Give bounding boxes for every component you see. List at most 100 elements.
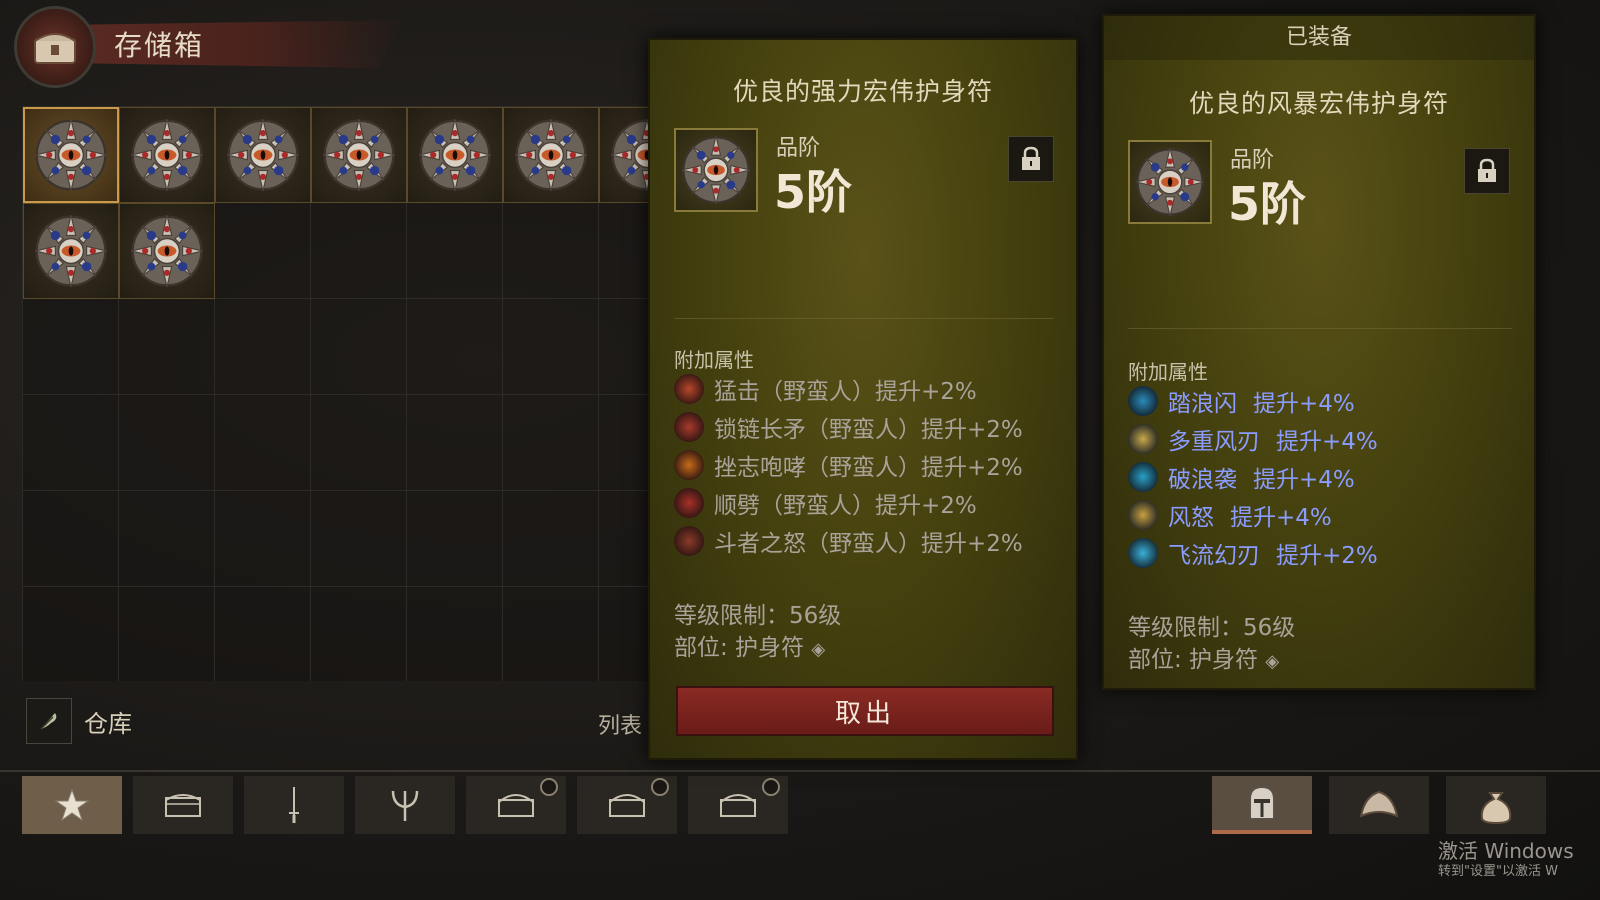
amulet-slot-icon: ◈ <box>811 639 826 660</box>
tab-chest[interactable] <box>133 776 233 834</box>
feather-icon <box>40 713 57 730</box>
storage-slot[interactable] <box>503 395 599 491</box>
tab-weapons[interactable] <box>244 776 344 834</box>
storage-slot[interactable] <box>311 587 407 681</box>
affix-row: 踏浪闪 提升+4% <box>1128 384 1355 418</box>
flowing-illusion-blade-skill-icon <box>1128 538 1158 568</box>
watermark-line2: 转到"设置"以激活 W <box>1438 864 1558 879</box>
storage-slot[interactable] <box>23 587 119 681</box>
lock-button[interactable] <box>1464 148 1510 194</box>
storage-slot[interactable] <box>23 395 119 491</box>
storage-slot[interactable] <box>215 395 311 491</box>
tab-trident[interactable] <box>355 776 455 834</box>
storage-chest-icon <box>14 6 96 88</box>
warehouse-button[interactable] <box>26 698 72 744</box>
affix-row: 斗者之怒（野蛮人）提升+2% <box>674 524 1023 558</box>
affix-row: 飞流幻刃 提升+2% <box>1128 536 1378 570</box>
slot-line: 部位: 护身符 ◈ <box>1128 640 1279 674</box>
storage-slot[interactable] <box>407 107 503 203</box>
storage-slot[interactable] <box>23 107 119 203</box>
storage-slot[interactable] <box>407 203 503 299</box>
storage-slot[interactable] <box>311 107 407 203</box>
storage-slot[interactable] <box>503 491 599 587</box>
storage-slot[interactable] <box>215 587 311 681</box>
storage-slot[interactable] <box>407 587 503 681</box>
storage-slot[interactable] <box>215 107 311 203</box>
affix-bonus: 提升+4% <box>1230 505 1332 531</box>
affix-row: 猛击（野蛮人）提升+2% <box>674 372 977 406</box>
tab-locked-chest-3[interactable] <box>688 776 788 834</box>
tab-locked-chest-2[interactable] <box>577 776 677 834</box>
affix-row: 风怒 提升+4% <box>1128 498 1332 532</box>
storage-slot[interactable] <box>23 299 119 395</box>
storage-slot[interactable] <box>599 491 648 587</box>
tab-locked-chest-1[interactable] <box>466 776 566 834</box>
storage-slot[interactable] <box>311 395 407 491</box>
shoulder-armor-icon <box>1359 790 1399 818</box>
equipped-item-icon-frame <box>1128 140 1212 224</box>
storage-slot[interactable] <box>503 203 599 299</box>
affix-row: 锁链长矛（野蛮人）提升+2% <box>674 410 1023 444</box>
storage-slot[interactable] <box>599 203 648 299</box>
level-requirement: 等级限制：56级 <box>1128 615 1296 641</box>
item-tooltip-equipped: 已装备 优良的风暴宏伟护身符 品阶 5阶 附加属性 踏浪闪 提升+4% 多重风刃 提升… <box>1102 14 1536 690</box>
sword-icon <box>289 787 299 823</box>
storage-slot[interactable] <box>311 299 407 395</box>
affix-bonus: 提升+4% <box>1276 429 1378 455</box>
locked-chest-icon <box>609 794 645 817</box>
bash-skill-icon <box>674 374 704 404</box>
warehouse-label: 仓库 <box>84 709 132 738</box>
amulet-icon <box>417 117 493 193</box>
storage-slot[interactable] <box>407 395 503 491</box>
tab-bag[interactable] <box>1446 776 1546 834</box>
storage-slot[interactable] <box>311 203 407 299</box>
storage-slot[interactable] <box>215 491 311 587</box>
item-tooltip-selected: 优良的强力宏伟护身符 品阶 5阶 附加属性 猛击（野蛮人）提升+2% 锁链长矛（野… <box>648 38 1078 760</box>
storage-slot[interactable] <box>599 587 648 681</box>
storage-slot[interactable] <box>503 587 599 681</box>
storage-slot[interactable] <box>23 203 119 299</box>
lock-button[interactable] <box>1008 136 1054 182</box>
storage-slot[interactable] <box>119 299 215 395</box>
locked-chest-icon <box>720 794 756 817</box>
clock-badge-icon <box>762 778 780 796</box>
equipped-header: 已装备 <box>1104 16 1534 60</box>
amulet-icon <box>33 117 109 193</box>
affix-skill-name: 飞流幻刃 <box>1168 543 1260 569</box>
storage-slot[interactable] <box>215 203 311 299</box>
storage-slot[interactable] <box>23 491 119 587</box>
storage-slot[interactable] <box>407 491 503 587</box>
storage-slot[interactable] <box>215 299 311 395</box>
chain-lance-skill-icon <box>674 412 704 442</box>
list-button[interactable]: 列表 <box>598 708 642 740</box>
storage-slot[interactable] <box>119 587 215 681</box>
amulet-slot-icon: ◈ <box>1265 651 1280 672</box>
storage-slot[interactable] <box>119 107 215 203</box>
storage-slot[interactable] <box>311 491 407 587</box>
clock-badge-icon <box>651 778 669 796</box>
windows-activation-watermark: 激活 Windows 转到"设置"以激活 W <box>1438 838 1574 880</box>
cleave-skill-icon <box>674 488 704 518</box>
take-out-button[interactable]: 取出 <box>676 686 1054 736</box>
storage-slot[interactable] <box>503 107 599 203</box>
storage-slot[interactable] <box>503 299 599 395</box>
wave-step-skill-icon <box>1128 386 1158 416</box>
tab-favorites[interactable] <box>22 776 122 834</box>
lock-icon <box>1478 158 1496 182</box>
affix-row: 破浪袭 提升+4% <box>1128 460 1355 494</box>
storage-slot[interactable] <box>119 491 215 587</box>
storage-title: 存储箱 <box>114 29 205 62</box>
tab-shoulder-armor[interactable] <box>1329 776 1429 834</box>
storage-slot[interactable] <box>599 299 648 395</box>
storage-slot[interactable] <box>599 107 648 203</box>
storage-slot[interactable] <box>407 299 503 395</box>
affix-text: 顺劈（野蛮人）提升+2% <box>714 493 977 519</box>
storage-slot[interactable] <box>119 203 215 299</box>
storage-slot[interactable] <box>119 395 215 491</box>
storage-header: 存储箱 <box>14 6 404 88</box>
amulet-icon <box>225 117 301 193</box>
amulet-icon <box>33 213 109 289</box>
trident-icon <box>391 790 419 821</box>
storage-slot[interactable] <box>599 395 648 491</box>
tab-helmet[interactable] <box>1212 776 1312 834</box>
